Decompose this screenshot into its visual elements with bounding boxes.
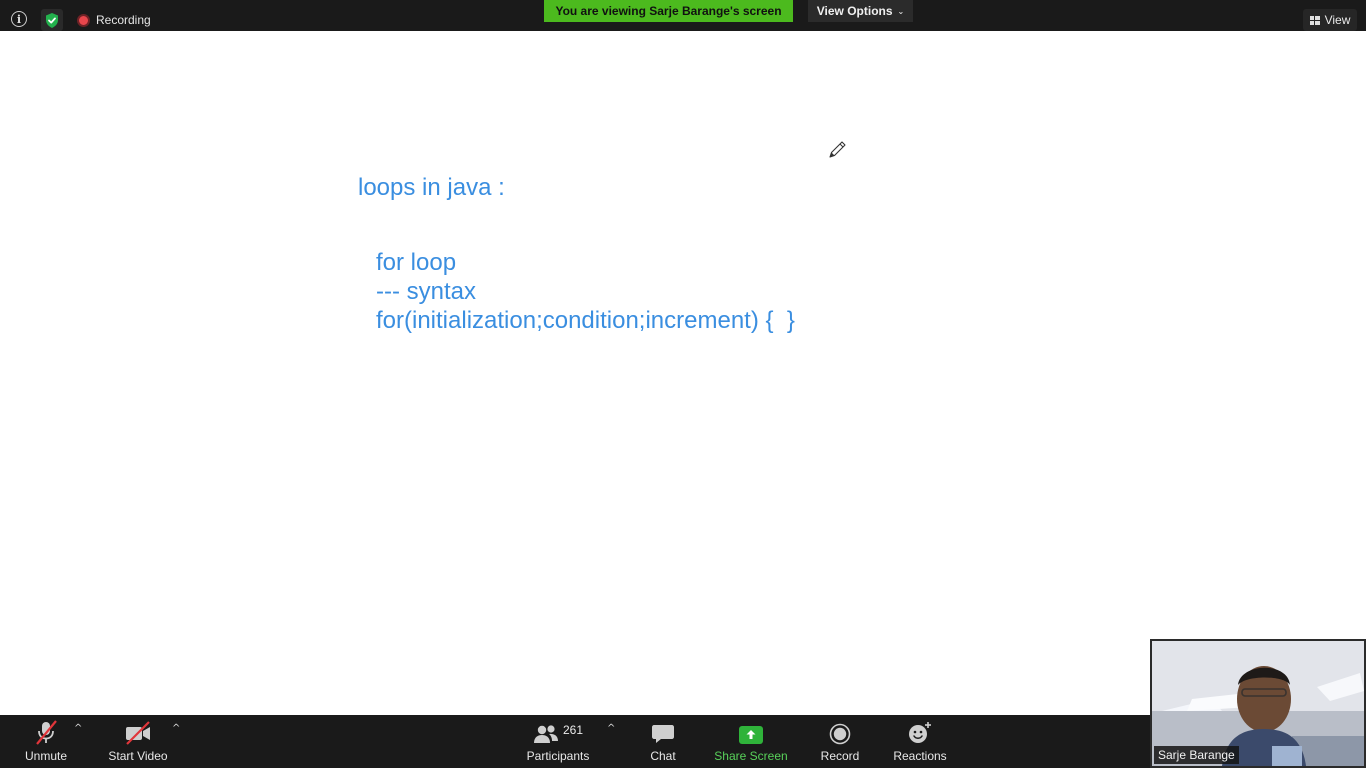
slide-line: for(initialization;condition;increment) …	[376, 307, 795, 334]
viewing-screen-banner: You are viewing Sarje Barange's screen	[544, 0, 793, 22]
video-options-caret-icon[interactable]: ^	[172, 723, 180, 734]
microphone-muted-icon	[36, 720, 57, 745]
recording-indicator[interactable]: Recording	[77, 12, 151, 28]
reactions-label: Reactions	[893, 749, 947, 763]
view-options-button[interactable]: View Options ⌄	[808, 0, 913, 22]
record-label: Record	[820, 749, 860, 763]
top-bar: i Recording You are viewing Sarje Barang…	[0, 0, 1366, 31]
unmute-button[interactable]: Unmute	[20, 715, 72, 768]
record-button[interactable]: Record	[818, 715, 862, 768]
grid-view-icon	[1309, 15, 1320, 25]
share-screen-icon	[739, 726, 763, 744]
slide-line: for loop	[376, 249, 457, 276]
zoom-meeting-window: i Recording You are viewing Sarje Barang…	[0, 0, 1366, 768]
slide-line: --- syntax	[376, 278, 477, 305]
share-screen-label: Share Screen	[714, 749, 788, 763]
participants-options-caret-icon[interactable]: ^	[607, 723, 615, 734]
reactions-smiley-icon	[909, 722, 931, 743]
reactions-button[interactable]: Reactions	[892, 715, 948, 768]
view-layout-button[interactable]: View	[1303, 9, 1357, 31]
recording-dot-icon	[77, 13, 90, 27]
audio-options-caret-icon[interactable]: ^	[74, 723, 82, 734]
unmute-label: Unmute	[24, 749, 68, 763]
share-screen-button[interactable]: Share Screen	[712, 715, 790, 768]
video-camera-off-icon	[126, 721, 150, 745]
meeting-info-icon[interactable]: i	[11, 11, 27, 27]
participant-name-label: Sarje Barange	[1154, 746, 1239, 764]
view-label: View	[1324, 13, 1351, 27]
start-video-label: Start Video	[108, 749, 168, 763]
slide-title: loops in java :	[358, 174, 505, 201]
chat-button[interactable]: Chat	[643, 715, 683, 768]
chevron-down-icon: ⌄	[897, 6, 905, 16]
chat-label: Chat	[650, 749, 676, 763]
participants-label: Participants	[526, 749, 590, 763]
participants-button[interactable]: 261 Participants	[524, 715, 592, 768]
shared-screen-area: loops in java : for loop --- syntax for(…	[0, 31, 1366, 715]
record-icon	[829, 723, 851, 745]
participant-video-thumbnail[interactable]: Sarje Barange	[1150, 639, 1366, 768]
security-shield-icon[interactable]	[41, 9, 63, 31]
start-video-button[interactable]: Start Video	[106, 715, 170, 768]
recording-label: Recording	[96, 13, 151, 27]
chat-bubble-icon	[652, 725, 674, 743]
view-options-label: View Options	[816, 4, 893, 18]
participants-count: 261	[562, 723, 584, 737]
pencil-cursor-icon	[829, 141, 846, 158]
participants-icon	[533, 725, 558, 743]
